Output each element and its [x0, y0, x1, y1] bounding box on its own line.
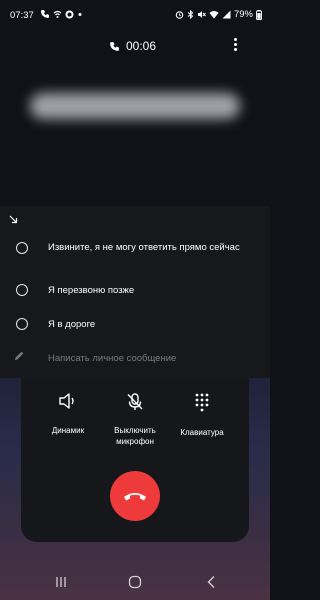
call-timer: 00:06: [126, 39, 157, 53]
more-options-icon[interactable]: [229, 38, 241, 54]
pencil-icon: [15, 351, 24, 360]
radio-button[interactable]: [16, 284, 28, 296]
caller-name-blurred: [30, 93, 240, 119]
speaker-icon: [59, 393, 74, 409]
phone-icon: [110, 41, 119, 51]
radio-button[interactable]: [16, 318, 28, 330]
recent-apps-icon[interactable]: [55, 576, 67, 588]
alarm-icon: [175, 11, 184, 19]
keypad-icon: [195, 393, 209, 412]
mute-label-line2: микрофон: [116, 437, 154, 446]
end-call-icon: [124, 493, 146, 501]
battery-percent: 79%: [233, 9, 253, 20]
reject-option-text: Я в дороге: [48, 319, 96, 330]
reject-option-text: Извините, я не могу ответить прямо сейча…: [48, 242, 240, 253]
bluetooth-icon: [187, 10, 194, 19]
call-status-icon: [41, 10, 49, 18]
reject-message-sheet: Извините, я не могу ответить прямо сейча…: [0, 206, 270, 378]
end-call-button[interactable]: [110, 471, 160, 521]
mute-icon: [197, 11, 206, 18]
battery-icon: [256, 9, 262, 20]
call-header: 00:06: [0, 36, 270, 56]
home-icon[interactable]: [128, 575, 142, 589]
call-timer-group: 00:06: [109, 39, 156, 53]
collapse-arrow-icon[interactable]: [9, 215, 18, 224]
mic-off-icon: [127, 393, 143, 410]
custom-message-input[interactable]: Написать личное сообщение: [48, 353, 176, 364]
app-notification-icon: [65, 10, 74, 18]
signal-icon: [222, 10, 231, 19]
navigation-bar: [0, 568, 270, 596]
wifi-icon: [209, 11, 219, 19]
keypad-button[interactable]: Клавиатура: [162, 392, 242, 438]
radio-button[interactable]: [16, 242, 28, 254]
status-right: 79%: [175, 9, 262, 20]
dot-icon: [78, 12, 82, 16]
reject-option-text: Я перезвоню позже: [48, 285, 135, 296]
back-icon[interactable]: [206, 575, 216, 589]
wifi-call-icon: [53, 10, 62, 18]
status-time: 07:37: [10, 10, 34, 21]
mute-label-line1: Выключить: [114, 426, 156, 435]
status-left-icons: [40, 9, 83, 19]
status-bar: 07:37 79%: [0, 0, 270, 28]
keypad-label: Клавиатура: [180, 428, 224, 437]
